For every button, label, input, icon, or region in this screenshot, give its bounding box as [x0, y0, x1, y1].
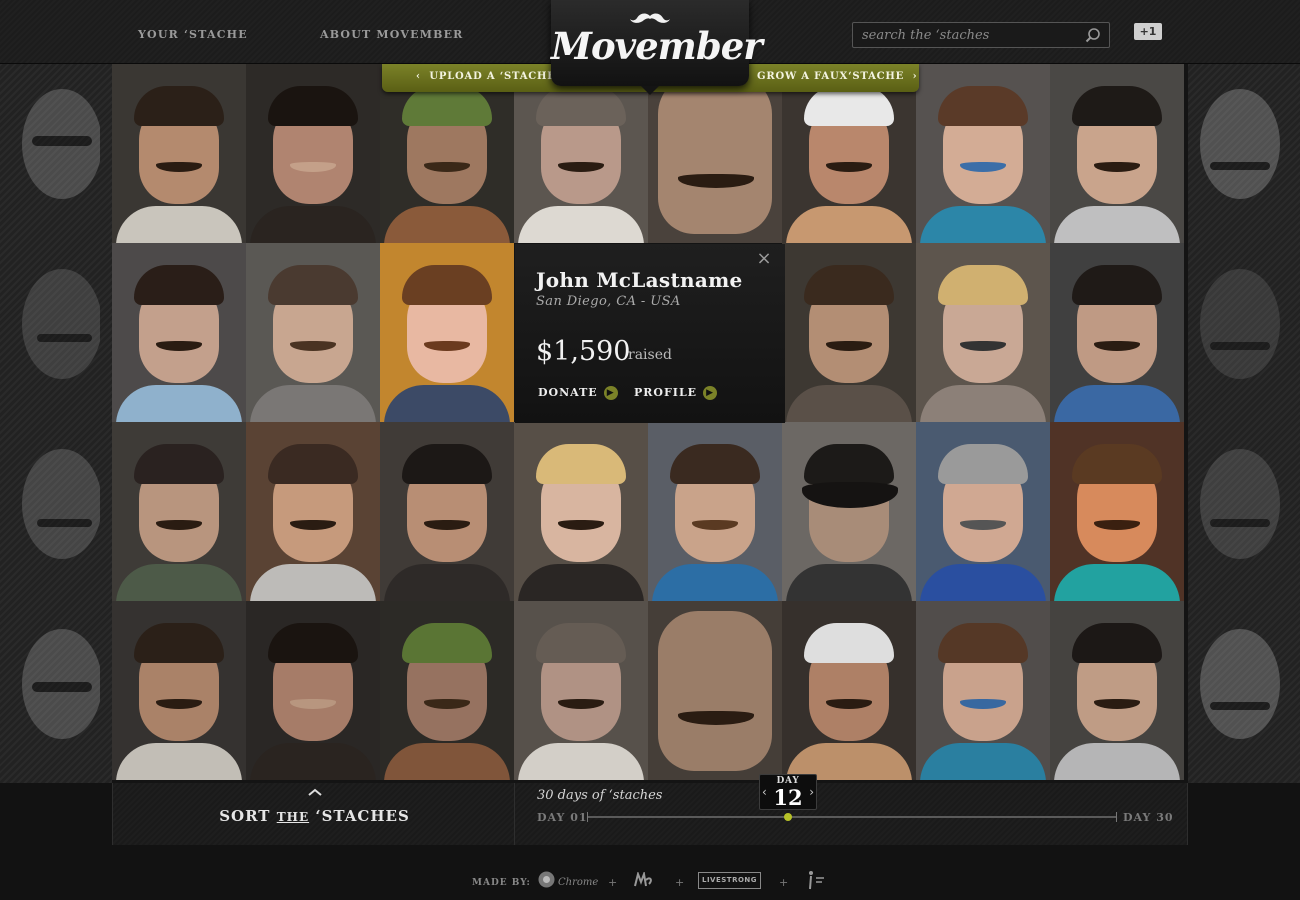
ghost-face-icon [1200, 89, 1280, 199]
timeline-slider-handle[interactable] [784, 813, 793, 821]
stache-photo-tile[interactable] [648, 601, 782, 780]
logo[interactable]: Movember [551, 0, 763, 86]
stache-photo-tile[interactable] [514, 601, 648, 780]
stache-photo-tile[interactable] [246, 601, 380, 780]
ghost-face-icon [1200, 269, 1280, 379]
right-side-column [1188, 64, 1300, 783]
timeline-start-tick [587, 812, 588, 822]
plus-one-button[interactable]: +1 [1134, 23, 1162, 40]
stache-photo-tile[interactable] [782, 601, 916, 780]
separator: + [779, 876, 789, 889]
stache-photo-tile[interactable] [380, 601, 514, 780]
stache-photo-tile[interactable] [112, 243, 246, 422]
current-day-number: 12 [773, 785, 803, 810]
stache-photo-tile[interactable] [1050, 243, 1184, 422]
sort-label-the: THE [276, 810, 310, 824]
search-icon[interactable] [1085, 27, 1101, 43]
chrome-logo-icon[interactable] [538, 871, 555, 888]
mustache-icon [630, 13, 670, 23]
stache-photo-tile[interactable] [246, 422, 380, 601]
timeline-end-tick [1116, 812, 1117, 822]
sort-staches-button[interactable]: SORT THE ‘STACHES [113, 807, 516, 825]
chevron-right-icon: ▶ [603, 386, 618, 400]
timeline-end-label: DAY 30 [1123, 811, 1174, 824]
left-side-column [0, 64, 112, 783]
ghost-face-icon [1200, 449, 1280, 559]
ghost-face-icon [22, 89, 100, 199]
sort-label-post: ‘STACHES [315, 807, 410, 825]
stache-photo-tile[interactable] [112, 64, 246, 243]
grow-faux-stache-label: GROW A FAUX‘STACHE [757, 71, 905, 82]
logo-pointer [641, 86, 659, 95]
amount-raised: $1,590 [536, 336, 631, 367]
stache-photo-tile[interactable] [112, 601, 246, 780]
donate-label: DONATE [538, 386, 598, 399]
chevron-right-icon[interactable]: › [809, 785, 814, 799]
stache-photo-tile[interactable] [1050, 601, 1184, 780]
nav-about-movember[interactable]: ABOUT MOVEMBER [320, 28, 464, 41]
stache-photo-tile[interactable] [112, 422, 246, 601]
ghost-face-icon [22, 269, 100, 379]
stache-photo-tile[interactable] [1050, 64, 1184, 243]
chrome-label: Chrome [558, 877, 599, 888]
chevron-up-icon[interactable] [307, 787, 323, 797]
movember-m-logo-icon[interactable] [634, 872, 654, 888]
profile-name: John McLastname [536, 268, 743, 292]
timeline-track[interactable] [587, 816, 1117, 818]
timeline-caption: 30 days of ‘staches [537, 788, 663, 803]
stache-photo-tile[interactable] [782, 422, 916, 601]
upload-stache-link[interactable]: ‹ UPLOAD A ‘STACHE [416, 71, 556, 82]
timeline-start-label: DAY 01 [537, 811, 588, 824]
chevron-right-icon: ▶ [703, 386, 718, 400]
search-box[interactable] [852, 22, 1110, 48]
made-by-label: MADE BY: [472, 878, 531, 888]
upload-stache-label: UPLOAD A ‘STACHE [429, 71, 556, 82]
logo-text: Movember [551, 24, 763, 68]
profile-popup: × John McLastname San Diego, CA - USA $1… [515, 244, 785, 423]
nav-your-stache[interactable]: YOUR ‘STACHE [138, 28, 248, 41]
donate-button[interactable]: DONATE ▶ [538, 386, 618, 400]
stache-photo-tile[interactable] [246, 243, 380, 422]
stache-photo-tile[interactable] [916, 422, 1050, 601]
timeline-panel: 30 days of ‘staches DAY 01 DAY 30 ‹ DAY … [515, 774, 1188, 845]
ghost-face-icon [22, 449, 100, 559]
close-icon[interactable]: × [755, 250, 773, 268]
ghost-face-icon [22, 629, 100, 739]
profile-location: San Diego, CA - USA [536, 294, 681, 309]
stache-photo-tile[interactable] [246, 64, 380, 243]
sort-label-pre: SORT [219, 807, 271, 825]
stache-photo-tile[interactable] [380, 422, 514, 601]
stache-photo-tile[interactable] [514, 422, 648, 601]
stache-photo-tile[interactable] [916, 243, 1050, 422]
grow-faux-stache-link[interactable]: GROW A FAUX‘STACHE › [757, 71, 917, 82]
profile-button[interactable]: PROFILE ▶ [634, 386, 718, 400]
separator: + [675, 876, 685, 889]
partner-figure-logo-icon[interactable] [806, 869, 828, 891]
footer: MADE BY: Chrome + + LIVESTRONG + [0, 867, 1300, 897]
stache-photo-tile[interactable] [916, 601, 1050, 780]
livestrong-logo[interactable]: LIVESTRONG [698, 872, 761, 889]
stache-photo-tile[interactable] [380, 243, 514, 422]
profile-label: PROFILE [634, 386, 698, 399]
current-day-indicator: ‹ DAY 12 › [759, 774, 818, 810]
stache-photo-tile[interactable] [1050, 422, 1184, 601]
bottom-bar: SORT THE ‘STACHES 30 days of ‘staches DA… [0, 774, 1300, 900]
stache-photo-tile[interactable] [648, 422, 782, 601]
separator: + [608, 876, 618, 889]
stache-photo-grid [112, 64, 1188, 783]
stache-photo-tile[interactable] [916, 64, 1050, 243]
ghost-face-icon [1200, 629, 1280, 739]
amount-raised-label: raised [628, 347, 672, 363]
sort-panel[interactable]: SORT THE ‘STACHES [112, 783, 515, 845]
search-input[interactable] [853, 23, 1081, 47]
stache-photo-tile[interactable] [782, 243, 916, 422]
